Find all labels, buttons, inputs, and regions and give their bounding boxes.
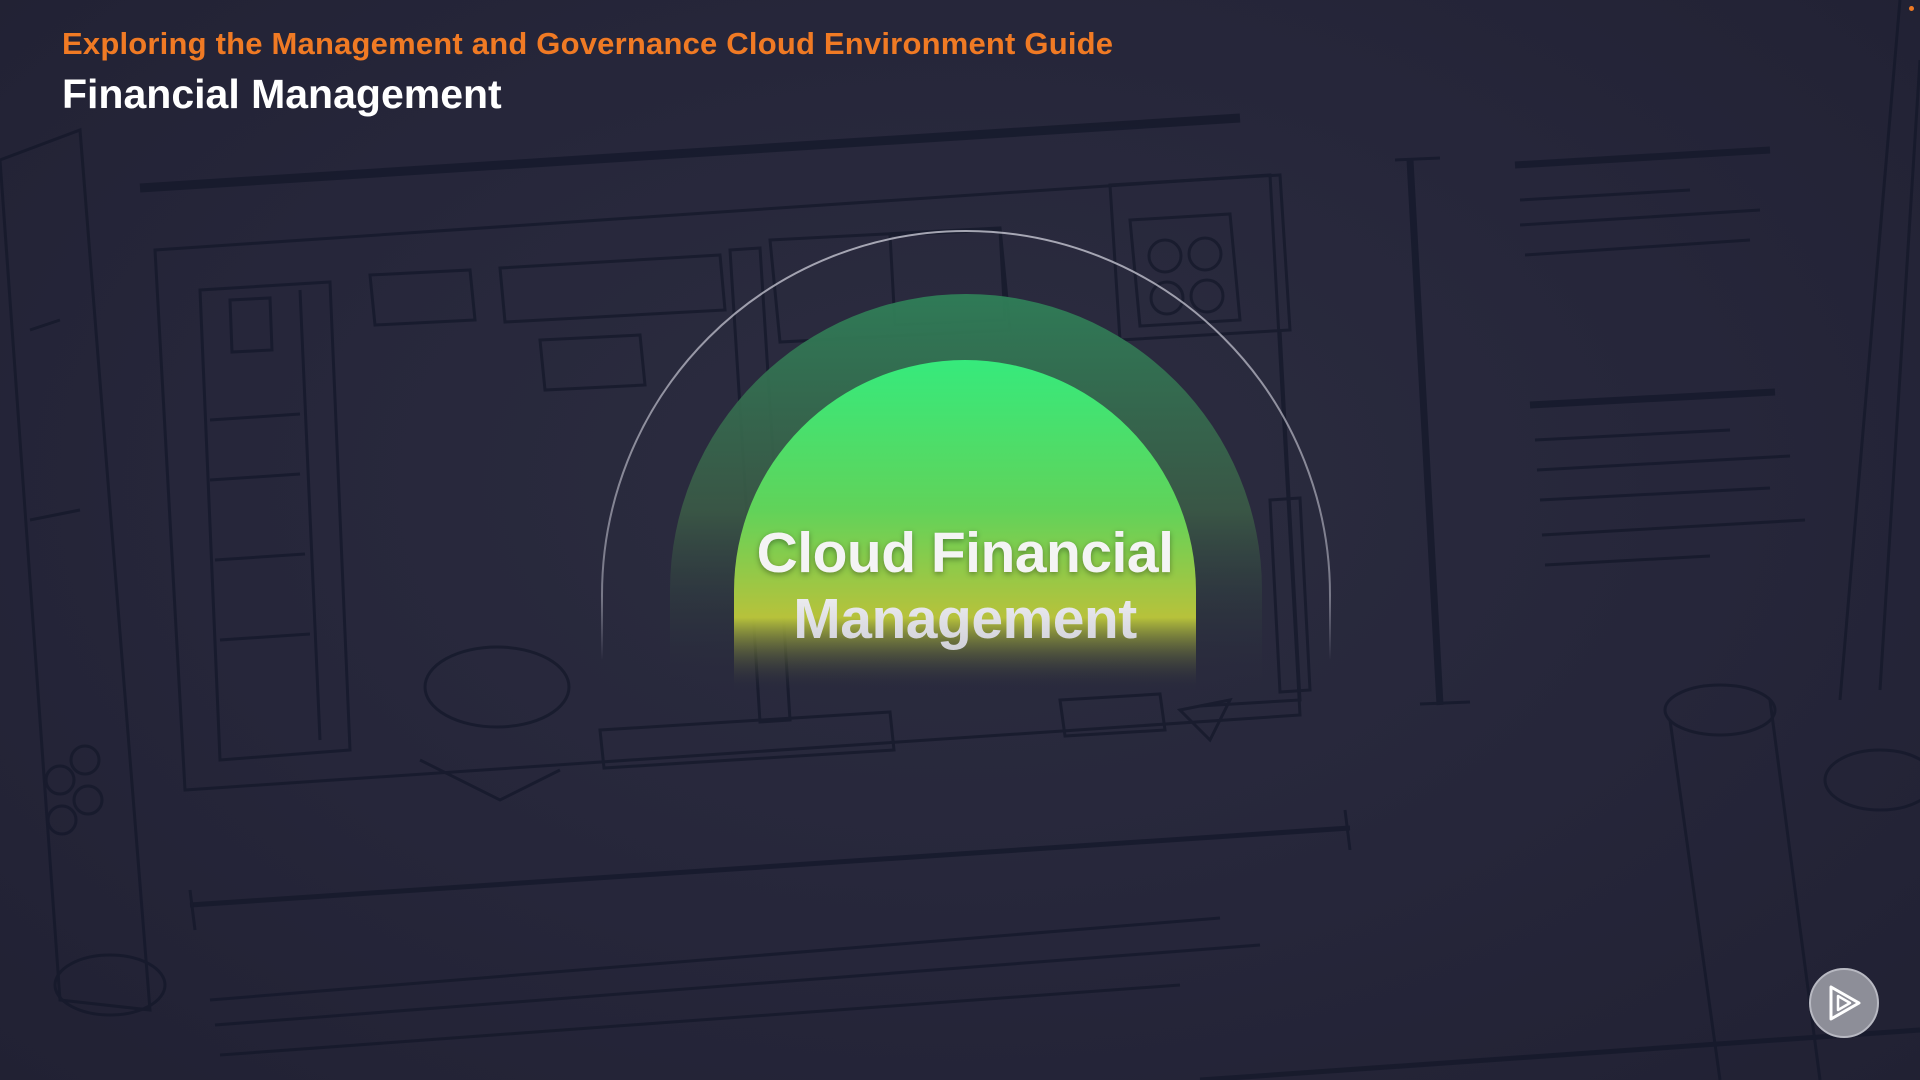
slide-stage: Exploring the Management and Governance … [0,0,1920,1080]
play-logo-icon [1829,985,1861,1021]
dot-icon [1909,6,1914,11]
hero-title-line1: Cloud Financial [756,521,1174,585]
hero-title: Cloud Financial Management [665,520,1265,652]
hero-title-line2: Management [665,586,1265,652]
play-button[interactable] [1809,968,1879,1038]
